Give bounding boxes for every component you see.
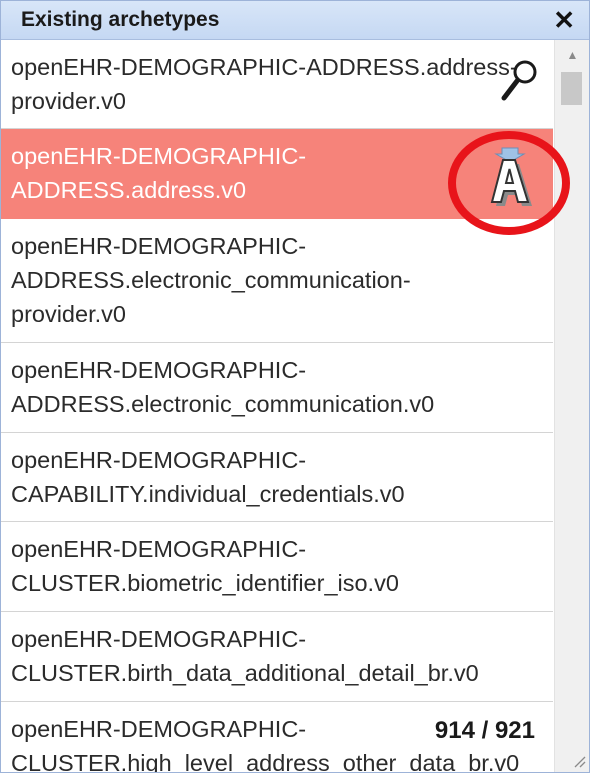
list-item[interactable]: openEHR-DEMOGRAPHIC-ADDRESS.address- pro… (1, 40, 553, 129)
list-item-line: openEHR-DEMOGRAPHIC- (11, 447, 307, 473)
chevron-up-icon[interactable]: ▲ (555, 48, 589, 62)
archetypes-panel: Existing archetypes ✕ openEHR-DEMOGRAPHI… (0, 0, 590, 773)
search-icon[interactable] (499, 58, 541, 104)
archetype-a-icon[interactable] (482, 146, 538, 210)
list-item-line: CLUSTER.biometric_identifier_iso.v0 (11, 570, 399, 596)
scrollbar-thumb[interactable] (561, 72, 582, 105)
panel-title: Existing archetypes (21, 8, 220, 31)
list-item-line: openEHR-DEMOGRAPHIC- (11, 357, 307, 383)
list-item[interactable]: openEHR-DEMOGRAPHIC- ADDRESS.electronic_… (1, 219, 553, 343)
list-item[interactable]: openEHR-DEMOGRAPHIC- CLUSTER.biometric_i… (1, 522, 553, 612)
list-item-line: openEHR-DEMOGRAPHIC- (11, 626, 307, 652)
list-item-line: openEHR-DEMOGRAPHIC-ADDRESS.address- (11, 54, 518, 80)
list-item[interactable]: openEHR-DEMOGRAPHIC- CLUSTER.birth_data_… (1, 612, 553, 702)
list-item-line: provider.v0 (11, 88, 126, 114)
list-item[interactable]: openEHR-DEMOGRAPHIC- CAPABILITY.individu… (1, 433, 553, 522)
list-item-line: ADDRESS.electronic_communication- (11, 267, 411, 293)
list-item-line: CLUSTER.high_level_address_other_data_br… (11, 750, 520, 772)
panel-title-bar: Existing archetypes ✕ (1, 1, 589, 40)
list-item-line: CLUSTER.birth_data_additional_detail_br.… (11, 660, 479, 686)
result-counter: 914 / 921 (432, 717, 537, 745)
list-item-line: openEHR-DEMOGRAPHIC- (11, 536, 307, 562)
list-item-line: provider.v0 (11, 301, 126, 327)
list-item-line: ADDRESS.electronic_communication.v0 (11, 391, 435, 417)
list-item[interactable]: openEHR-DEMOGRAPHIC- ADDRESS.electronic_… (1, 343, 553, 433)
resize-grip-icon[interactable] (572, 754, 586, 768)
close-icon[interactable]: ✕ (553, 5, 575, 36)
list-item-line: CAPABILITY.individual_credentials.v0 (11, 481, 405, 507)
